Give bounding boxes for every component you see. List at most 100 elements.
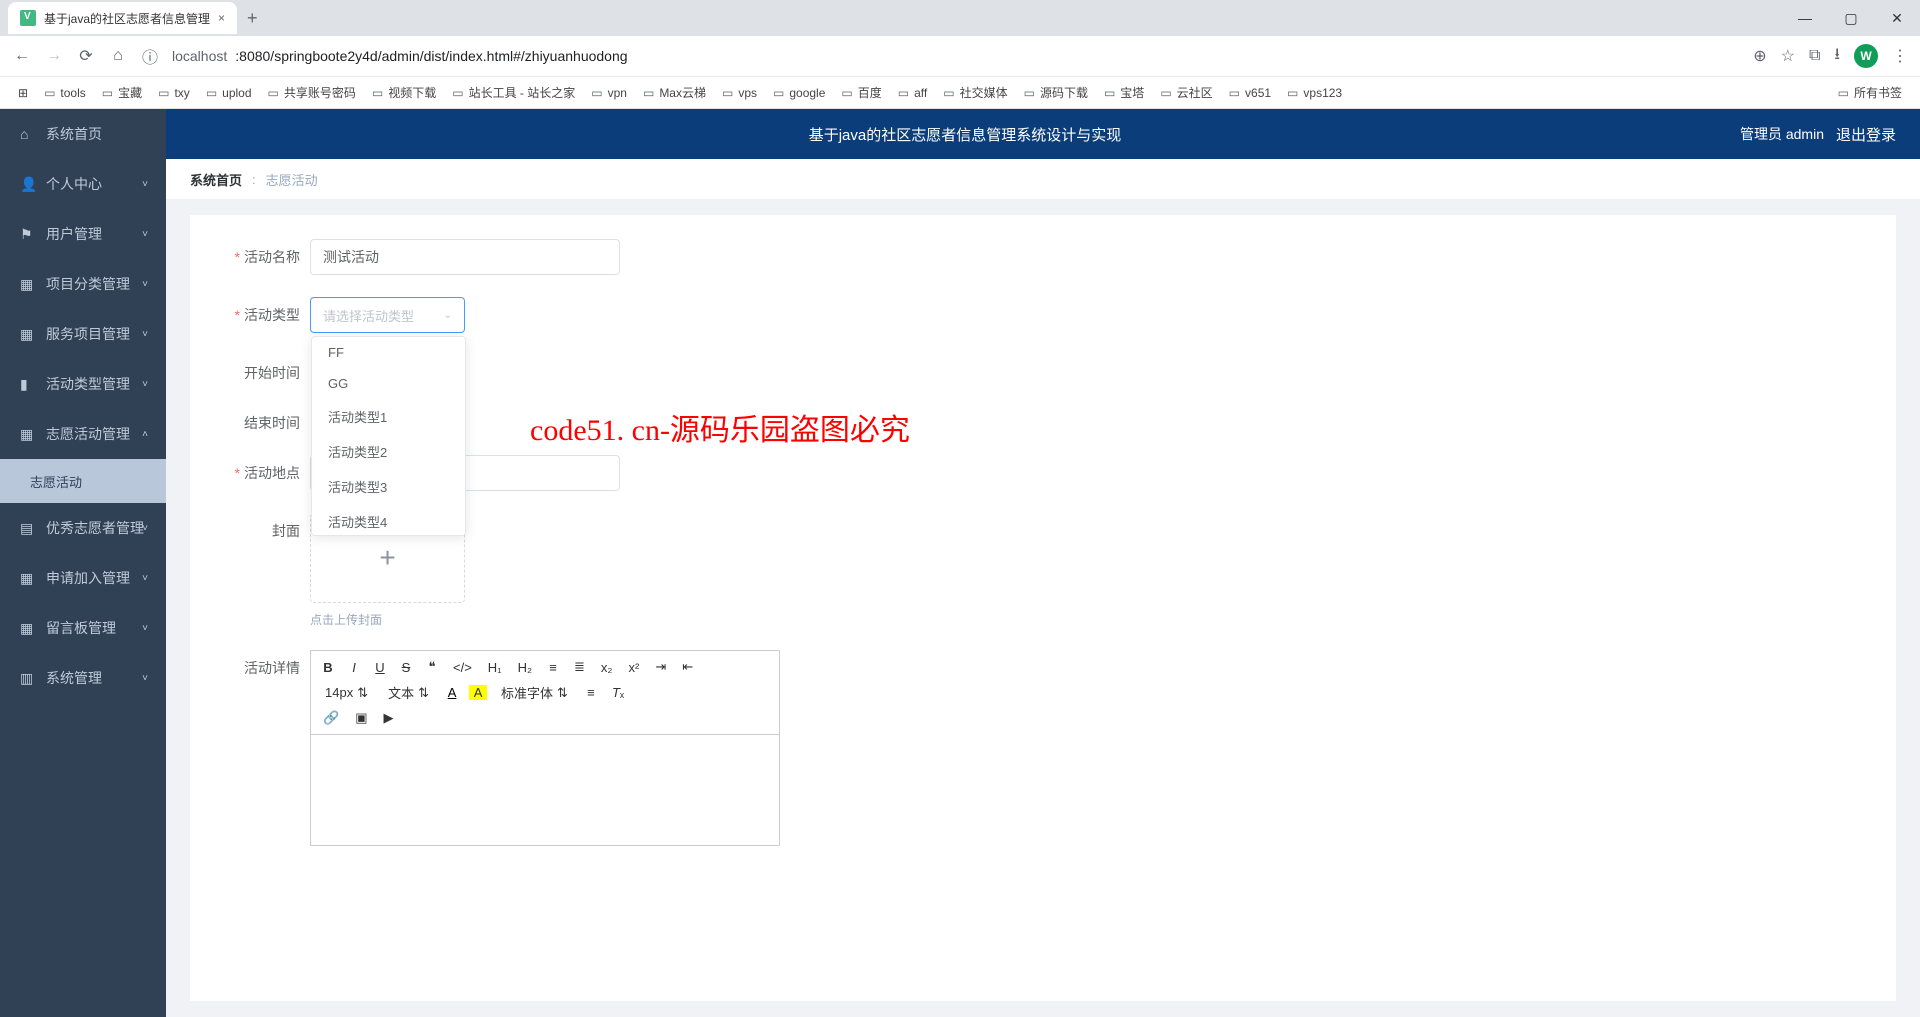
bookmark-item[interactable]: ▭vpn xyxy=(585,80,633,105)
bookmark-item[interactable]: ▭云社区 xyxy=(1154,80,1218,105)
bookmark-item[interactable]: ▭tools xyxy=(38,80,92,105)
link-button[interactable]: 🔗 xyxy=(319,708,343,728)
info-icon[interactable]: ⓘ xyxy=(140,44,160,68)
sub-button[interactable]: x₂ xyxy=(597,658,617,677)
bold-button[interactable]: B xyxy=(319,658,337,677)
code-button[interactable]: </> xyxy=(449,658,476,677)
sidebar-item-9[interactable]: ▦留言板管理˅ xyxy=(0,603,166,653)
format-select[interactable]: 文本 ⇅ xyxy=(382,681,435,704)
bookmark-item[interactable]: ▭社交媒体 xyxy=(937,80,1013,105)
outdent-button[interactable]: ⇤ xyxy=(678,657,697,677)
rich-editor: B I U S ❝ </> H₁ H₂ ≡ ≣ x₂ x² ⇥ xyxy=(310,650,780,846)
bookmark-item[interactable]: ▭txy xyxy=(152,80,196,105)
vue-favicon xyxy=(20,10,36,26)
dropdown-option[interactable]: 活动类型4 xyxy=(312,504,465,536)
sidebar-item-4[interactable]: ▦服务项目管理˅ xyxy=(0,309,166,359)
address-bar[interactable]: localhost:8080/springboote2y4d/admin/dis… xyxy=(172,48,1741,64)
browser-chrome: 基于java的社区志愿者信息管理 × + — ▢ ✕ ← → ⟳ ⌂ ⓘ loc… xyxy=(0,0,1920,109)
type-dropdown: ↖ FFGG活动类型1活动类型2活动类型3活动类型4活动类型5 xyxy=(311,336,466,536)
bookmark-item[interactable]: ▭源码下载 xyxy=(1018,80,1094,105)
new-tab-button[interactable]: + xyxy=(237,8,268,29)
breadcrumb-current: 志愿活动 xyxy=(266,170,318,189)
fontsize-select[interactable]: 14px ⇅ xyxy=(319,683,374,703)
top-header: 基于java的社区志愿者信息管理系统设计与实现 管理员 admin 退出登录 xyxy=(166,109,1920,159)
dropdown-option[interactable]: 活动类型3 xyxy=(312,469,465,504)
bookmark-bar: ⊞ ▭tools▭宝藏▭txy▭uplod▭共享账号密码▭视频下载▭站长工具 -… xyxy=(0,76,1920,108)
flag-icon: ⚑ xyxy=(20,226,36,243)
close-icon[interactable]: × xyxy=(218,11,225,25)
color-button[interactable]: A xyxy=(443,683,461,702)
close-window-button[interactable]: ✕ xyxy=(1874,0,1920,36)
bookmark-item[interactable]: ▭vps123 xyxy=(1281,80,1348,105)
bookmark-item[interactable]: ▭uplod xyxy=(200,80,258,105)
bookmark-item[interactable]: ▭百度 xyxy=(835,80,887,105)
extensions-icon[interactable]: ⧉ xyxy=(1809,47,1820,65)
quote-button[interactable]: ❝ xyxy=(423,657,441,677)
bookmark-item[interactable]: ▭站长工具 - 站长之家 xyxy=(446,80,581,105)
profile-avatar[interactable]: W xyxy=(1854,44,1878,68)
sidebar-item-3[interactable]: ▦项目分类管理˅ xyxy=(0,259,166,309)
bookmark-item[interactable]: ▭共享账号密码 xyxy=(262,80,362,105)
align-button[interactable]: ≡ xyxy=(582,683,600,702)
sidebar-item-0[interactable]: ⌂系统首页 xyxy=(0,109,166,159)
sup-button[interactable]: x² xyxy=(624,658,643,677)
h2-button[interactable]: H₂ xyxy=(514,658,536,677)
sidebar-item-2[interactable]: ⚑用户管理˅ xyxy=(0,209,166,259)
image-button[interactable]: ▣ xyxy=(351,708,371,728)
font-select[interactable]: 标准字体 ⇅ xyxy=(495,681,574,704)
translate-icon[interactable]: ⊕ xyxy=(1753,46,1766,66)
maximize-button[interactable]: ▢ xyxy=(1828,0,1874,36)
sidebar-item-7[interactable]: ▤优秀志愿者管理˅ xyxy=(0,503,166,553)
sidebar-item-1[interactable]: 👤个人中心˅ xyxy=(0,159,166,209)
sidebar-item-6[interactable]: ▦志愿活动管理˄ xyxy=(0,409,166,459)
ul-button[interactable]: ≣ xyxy=(570,657,589,677)
download-icon[interactable]: ⭳ xyxy=(1834,43,1840,70)
activity-type-select[interactable]: 请选择活动类型 ⌄ ↖ FFGG活动类型1活动类型2活动类型3活动类型4活动类型… xyxy=(310,297,465,333)
bookmark-item[interactable]: ▭google xyxy=(767,80,831,105)
home-button[interactable]: ⌂ xyxy=(108,47,128,65)
bookmark-item[interactable]: ▭v651 xyxy=(1223,80,1277,105)
ol-button[interactable]: ≡ xyxy=(544,658,562,677)
bgcolor-button[interactable]: A xyxy=(469,685,487,700)
bookmark-item[interactable]: ▭vps xyxy=(716,80,763,105)
form-content: code51. cn-源码乐园盗图必究 *活动名称 *活动类型 请选择活动类型 … xyxy=(190,215,1896,1001)
activity-name-input[interactable] xyxy=(310,239,620,275)
dropdown-option[interactable]: FF xyxy=(312,337,465,368)
bookmark-item[interactable]: ▭宝藏 xyxy=(96,80,148,105)
user-info: 管理员 admin xyxy=(1740,124,1824,144)
clipboard-icon: ▤ xyxy=(20,520,36,537)
bookmark-item[interactable]: ▭aff xyxy=(892,80,933,105)
grid-icon: ▦ xyxy=(20,426,36,443)
dropdown-option[interactable]: 活动类型2 xyxy=(312,434,465,469)
forward-button[interactable]: → xyxy=(44,47,64,65)
dropdown-option[interactable]: 活动类型1 xyxy=(312,399,465,434)
apps-icon[interactable]: ⊞ xyxy=(12,82,34,104)
sidebar-item-10[interactable]: ▥系统管理˅ xyxy=(0,653,166,703)
sidebar-item-5[interactable]: ▮活动类型管理˅ xyxy=(0,359,166,409)
clear-button[interactable]: Tₓ xyxy=(608,683,628,702)
reload-button[interactable]: ⟳ xyxy=(76,46,96,66)
sidebar-sub-active[interactable]: 志愿活动 xyxy=(0,459,166,503)
bookmark-item[interactable]: ▭宝塔 xyxy=(1098,80,1150,105)
editor-body[interactable] xyxy=(311,735,779,845)
back-button[interactable]: ← xyxy=(12,47,32,65)
underline-button[interactable]: U xyxy=(371,658,389,677)
menu-icon[interactable]: ⋮ xyxy=(1892,46,1908,66)
breadcrumb-home[interactable]: 系统首页 xyxy=(190,170,242,189)
video-button[interactable]: ▶ xyxy=(379,708,397,728)
indent-button[interactable]: ⇥ xyxy=(651,657,670,677)
italic-button[interactable]: I xyxy=(345,658,363,677)
sidebar-item-8[interactable]: ▦申请加入管理˅ xyxy=(0,553,166,603)
all-bookmarks[interactable]: ▭所有书签 xyxy=(1832,80,1908,105)
strike-button[interactable]: S xyxy=(397,658,415,677)
bookmark-item[interactable]: ▭Max云梯 xyxy=(637,80,712,105)
star-icon[interactable]: ☆ xyxy=(1781,46,1795,66)
dropdown-option[interactable]: GG xyxy=(312,368,465,399)
breadcrumb: 系统首页 : 志愿活动 xyxy=(166,159,1920,199)
bookmark-item[interactable]: ▭视频下载 xyxy=(366,80,442,105)
url-bar: ← → ⟳ ⌂ ⓘ localhost:8080/springboote2y4d… xyxy=(0,36,1920,76)
logout-link[interactable]: 退出登录 xyxy=(1836,124,1896,145)
h1-button[interactable]: H₁ xyxy=(484,658,506,677)
browser-tab[interactable]: 基于java的社区志愿者信息管理 × xyxy=(8,2,237,34)
minimize-button[interactable]: — xyxy=(1782,0,1828,36)
